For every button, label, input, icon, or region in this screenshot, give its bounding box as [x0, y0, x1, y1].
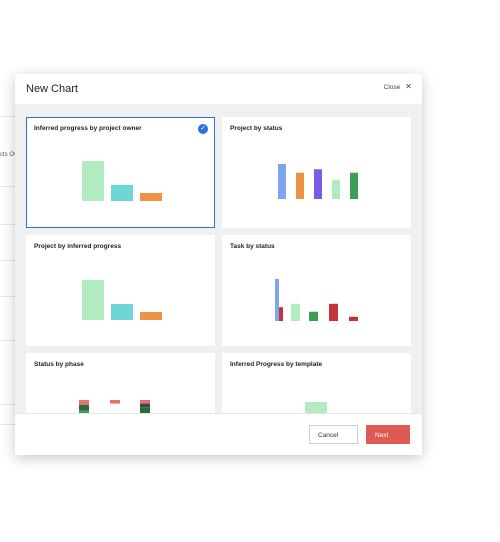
chart-card[interactable]: Task by status	[222, 235, 411, 346]
chart-preview	[82, 280, 162, 320]
chart-preview	[275, 279, 358, 321]
cancel-button[interactable]: Cancel	[309, 425, 358, 444]
chart-card[interactable]: Status by phase	[26, 353, 215, 413]
chart-bar	[82, 280, 104, 320]
chart-bar	[275, 279, 279, 321]
chart-card-title: Task by status	[230, 243, 275, 250]
chart-bar	[111, 185, 133, 201]
chart-bar	[296, 172, 304, 199]
chart-bar	[332, 179, 340, 199]
chart-bar	[279, 307, 283, 321]
chart-bar-segment	[79, 404, 89, 411]
chart-bar	[291, 303, 300, 321]
close-icon: ✕	[405, 82, 412, 91]
chart-card[interactable]: Inferred progress by project owner ✓	[26, 117, 215, 228]
new-chart-dialog: New Chart Close ✕ Inferred progress by p…	[15, 74, 422, 455]
next-button[interactable]: Next	[366, 425, 410, 444]
checkmark-icon: ✓	[198, 124, 208, 134]
chart-bar	[305, 402, 327, 413]
chart-card-title: Project by status	[230, 125, 283, 132]
chart-bar-segment	[110, 400, 120, 404]
close-button[interactable]: Close ✕	[384, 83, 412, 91]
chart-bar-segment	[140, 403, 150, 408]
chart-preview	[278, 164, 358, 199]
chart-preview	[82, 161, 162, 201]
chart-card-title: Status by phase	[34, 361, 84, 368]
chart-bar	[349, 316, 358, 321]
chart-card-title: Inferred progress by project owner	[34, 125, 142, 132]
chart-bar-segment	[79, 400, 89, 405]
chart-card[interactable]: Project by inferred progress	[26, 235, 215, 346]
chart-bar	[309, 311, 318, 321]
close-label: Close	[383, 83, 401, 91]
dialog-footer: Cancel Next	[15, 413, 422, 455]
chart-card[interactable]: Project by status	[222, 117, 411, 228]
chart-bar	[329, 303, 338, 321]
dialog-header: New Chart Close ✕	[15, 74, 422, 104]
chart-bar	[111, 304, 133, 320]
chart-card-title: Project by inferred progress	[34, 243, 122, 250]
chart-card-title: Inferred Progress by template	[230, 361, 323, 368]
chart-bar	[82, 161, 104, 201]
chart-bar	[314, 169, 322, 199]
chart-bar	[278, 164, 286, 199]
chart-bar-segment	[140, 400, 150, 404]
page: cts Ov New Chart Close ✕ Inferred progre…	[0, 0, 500, 542]
chart-type-grid: Inferred progress by project owner ✓ Proje…	[15, 104, 422, 413]
chart-card[interactable]: Inferred Progress by template	[222, 353, 411, 413]
chart-bar	[140, 193, 162, 201]
chart-bar	[350, 172, 358, 199]
chart-bar	[140, 312, 162, 320]
dialog-title: New Chart	[26, 83, 78, 95]
